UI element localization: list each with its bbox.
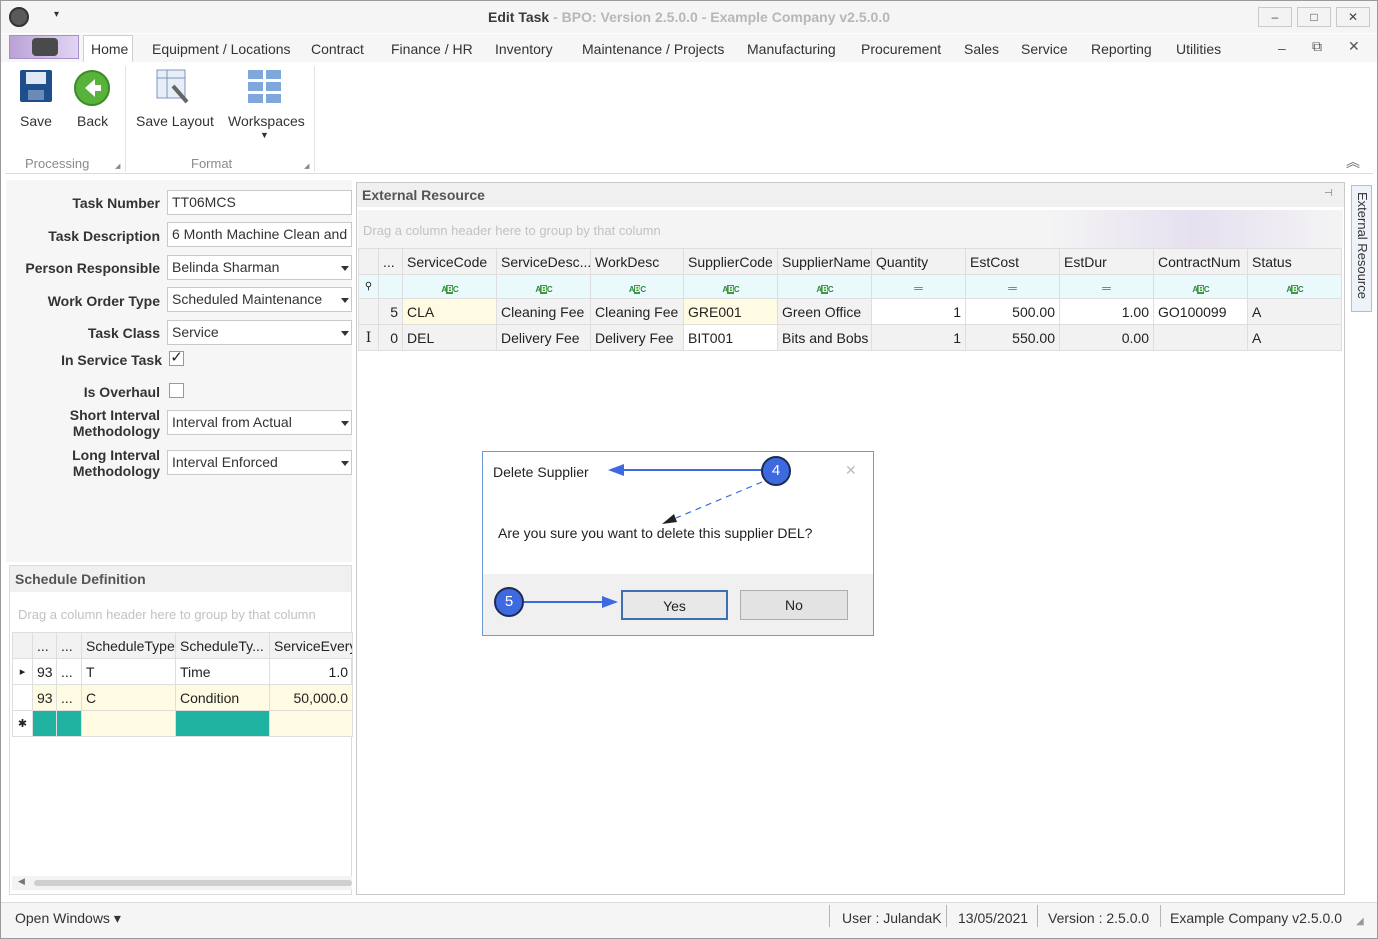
status-company: Example Company v2.5.0.0 [1170,910,1342,926]
annotation-dashed-arrowhead [662,514,677,524]
status-divider [1037,905,1038,927]
status-divider [1160,905,1161,927]
annotation-arrowhead-5 [602,596,618,608]
open-windows-button[interactable]: Open Windows ▾ [15,910,121,927]
annotation-arrowhead-4 [608,464,624,476]
status-divider [829,905,830,927]
resize-grip-icon[interactable]: ◢ [1356,916,1364,927]
step-badge-4: 4 [761,456,791,486]
status-user: User : JulandaK [842,910,942,926]
annotation-dashed-pointer [675,481,763,519]
status-divider [946,905,947,927]
annotation-overlay [524,464,763,608]
status-version: Version : 2.5.0.0 [1048,910,1150,926]
status-date: 13/05/2021 [958,910,1029,926]
step-badge-5: 5 [494,587,524,617]
